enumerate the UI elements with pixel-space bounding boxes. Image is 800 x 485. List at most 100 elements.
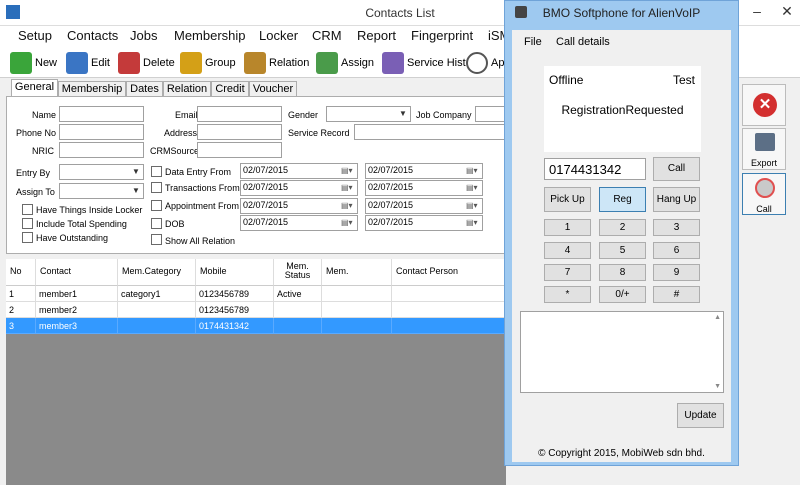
minimize-button[interactable]: – — [740, 0, 774, 24]
tab-credit[interactable]: Credit — [211, 81, 249, 97]
col-contact-header[interactable]: Contact — [36, 259, 118, 286]
assign-to-select[interactable]: ▼ — [59, 183, 144, 199]
dob-from-date[interactable]: 02/07/2015 ▤▾ — [240, 215, 358, 231]
nric-input[interactable] — [59, 142, 144, 158]
col-no-header[interactable]: No — [6, 259, 36, 286]
menu-fingerprint[interactable]: Fingerprint — [411, 28, 473, 43]
dob-checkbox[interactable] — [151, 218, 162, 229]
data-entry-to-date[interactable]: 02/07/2015 ▤▾ — [365, 163, 483, 179]
have-things-checkbox[interactable] — [22, 204, 33, 215]
phone-input[interactable] — [59, 124, 144, 140]
transactions-from-date[interactable]: 02/07/2015 ▤▾ — [240, 180, 358, 196]
update-button[interactable]: Update — [677, 403, 724, 428]
reg-button[interactable]: Reg — [599, 187, 646, 212]
job-company-input[interactable] — [475, 106, 505, 122]
cell-mem-status: Active — [274, 286, 322, 302]
appointment-button[interactable]: Ap — [466, 50, 504, 76]
tab-relation[interactable]: Relation — [163, 81, 211, 97]
key-1[interactable]: 1 — [544, 219, 591, 236]
clock-icon — [466, 52, 488, 74]
dob-to-date[interactable]: 02/07/2015 ▤▾ — [365, 215, 483, 231]
email-input[interactable] — [197, 106, 282, 122]
data-entry-from-date[interactable]: 02/07/2015 ▤▾ — [240, 163, 358, 179]
include-spending-checkbox[interactable] — [22, 218, 33, 229]
relation-button[interactable]: Relation — [244, 50, 309, 76]
table-row[interactable]: 2 member2 0123456789 — [6, 302, 506, 318]
pickup-button[interactable]: Pick Up — [544, 187, 591, 212]
close-form-button[interactable]: ✕ — [742, 84, 786, 126]
menu-locker[interactable]: Locker — [259, 28, 298, 43]
group-button[interactable]: Group — [180, 50, 236, 76]
tab-general[interactable]: General — [11, 79, 58, 97]
gender-select[interactable]: ▼ — [326, 106, 411, 122]
address-input[interactable] — [197, 124, 282, 140]
new-button[interactable]: New — [10, 50, 57, 76]
key-5[interactable]: 5 — [599, 242, 646, 259]
tab-dates[interactable]: Dates — [126, 81, 163, 97]
key-star[interactable]: * — [544, 286, 591, 303]
key-7[interactable]: 7 — [544, 264, 591, 281]
key-8[interactable]: 8 — [599, 264, 646, 281]
have-outstanding-label: Have Outstanding — [36, 233, 109, 243]
delete-label: Delete — [143, 57, 175, 69]
col-category-header[interactable]: Mem.Category — [118, 259, 196, 286]
key-3[interactable]: 3 — [653, 219, 700, 236]
scroll-down-icon[interactable]: ▼ — [714, 383, 721, 390]
entry-by-select[interactable]: ▼ — [59, 164, 144, 180]
delete-button[interactable]: Delete — [118, 50, 175, 76]
tab-voucher[interactable]: Voucher — [249, 81, 297, 97]
call-button-phone[interactable]: Call — [653, 157, 700, 181]
data-entry-checkbox[interactable] — [151, 166, 162, 177]
scroll-up-icon[interactable]: ▲ — [714, 314, 721, 321]
edit-label: Edit — [91, 57, 110, 69]
call-log-textarea[interactable]: ▲ ▼ — [520, 311, 724, 393]
menu-contacts[interactable]: Contacts — [67, 28, 118, 43]
menu-file[interactable]: File — [524, 36, 542, 48]
menu-setup[interactable]: Setup — [18, 28, 52, 43]
have-outstanding-checkbox[interactable] — [22, 232, 33, 243]
key-4[interactable]: 4 — [544, 242, 591, 259]
show-all-relation-checkbox[interactable] — [151, 234, 162, 245]
export-button[interactable]: Export — [742, 128, 786, 170]
relation-icon — [244, 52, 266, 74]
assign-button[interactable]: Assign — [316, 50, 374, 76]
menu-membership[interactable]: Membership — [174, 28, 246, 43]
include-spending-label: Include Total Spending — [36, 219, 127, 229]
appointment-from-date[interactable]: 02/07/2015 ▤▾ — [240, 198, 358, 214]
key-2[interactable]: 2 — [599, 219, 646, 236]
key-0-plus[interactable]: 0/+ — [599, 286, 646, 303]
transactions-to-date[interactable]: 02/07/2015 ▤▾ — [365, 180, 483, 196]
close-button[interactable]: ✕ — [770, 0, 800, 24]
service-hist-button[interactable]: Service Hist — [382, 50, 466, 76]
group-label: Group — [205, 57, 236, 69]
col-mem-status-header[interactable]: Mem. Status — [274, 259, 322, 286]
menu-crm[interactable]: CRM — [312, 28, 342, 43]
call-button[interactable]: Call — [742, 173, 786, 215]
menu-call-details[interactable]: Call details — [556, 36, 610, 48]
menu-jobs[interactable]: Jobs — [130, 28, 157, 43]
name-label: Name — [32, 110, 57, 120]
key-9[interactable]: 9 — [653, 264, 700, 281]
appointment-checkbox[interactable] — [151, 200, 162, 211]
name-input[interactable] — [59, 106, 144, 122]
key-hash[interactable]: # — [653, 286, 700, 303]
transactions-checkbox[interactable] — [151, 182, 162, 193]
edit-button[interactable]: Edit — [66, 50, 110, 76]
table-row[interactable]: 1 member1 category1 0123456789 Active — [6, 286, 506, 302]
col-mem-header[interactable]: Mem. — [322, 259, 392, 286]
table-row-selected[interactable]: 3 member3 0174431342 — [6, 318, 506, 334]
key-6[interactable]: 6 — [653, 242, 700, 259]
service-record-input[interactable] — [354, 124, 505, 140]
appointment-to-date[interactable]: 02/07/2015 ▤▾ — [365, 198, 483, 214]
col-contact-person-header[interactable]: Contact Person — [392, 259, 506, 286]
history-icon — [382, 52, 404, 74]
chevron-down-icon: ▼ — [399, 109, 407, 118]
cell-mem-status — [274, 302, 322, 318]
phone-number-input[interactable]: 0174431342 — [544, 158, 646, 180]
menu-report[interactable]: Report — [357, 28, 396, 43]
hangup-button[interactable]: Hang Up — [653, 187, 700, 212]
relation-label: Relation — [269, 57, 310, 69]
tab-membership[interactable]: Membership — [58, 81, 126, 97]
col-mobile-header[interactable]: Mobile — [196, 259, 274, 286]
crmsource-input[interactable] — [197, 142, 282, 158]
